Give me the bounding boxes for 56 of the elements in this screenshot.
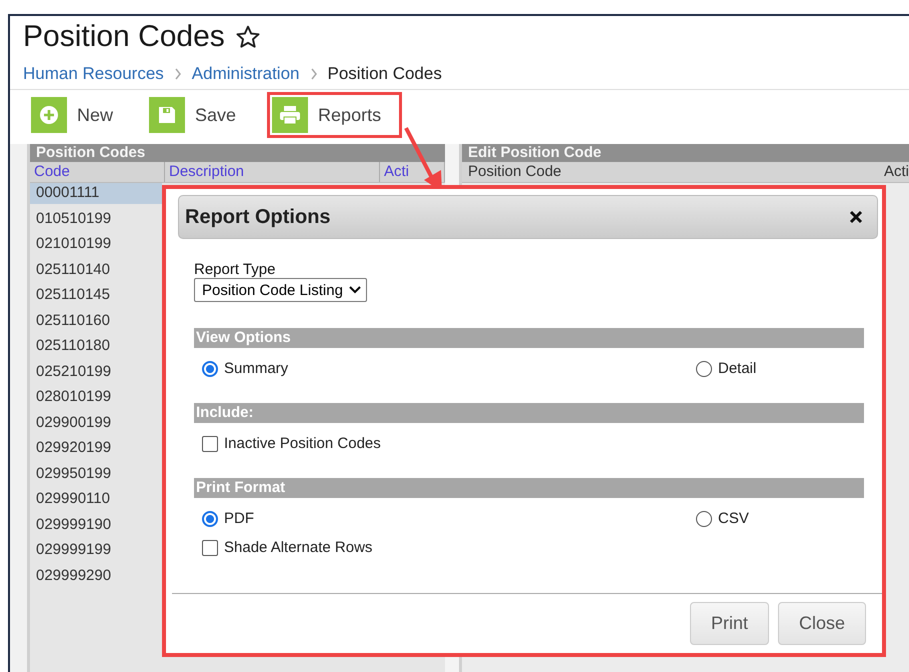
chevron-down-icon <box>348 286 361 294</box>
section-header: Include: <box>194 403 864 423</box>
radio-button[interactable] <box>202 510 218 526</box>
section-header: View Options <box>194 328 864 348</box>
column-header[interactable]: Code <box>30 162 165 182</box>
table-row[interactable]: 029999199 <box>30 540 162 560</box>
field-label: Report Type <box>194 261 276 278</box>
save-button[interactable]: Save <box>144 92 258 138</box>
table-row[interactable]: 029999190 <box>30 514 162 535</box>
table-row[interactable]: 029990110 <box>30 489 162 510</box>
star-icon[interactable] <box>234 24 261 50</box>
table-row[interactable]: 025110145 <box>30 285 162 306</box>
panel-title: Edit Position Code <box>462 144 909 162</box>
option-label: CSV <box>718 510 749 527</box>
column-header[interactable]: Description <box>165 162 380 182</box>
table-row[interactable]: 029900199 <box>30 412 162 433</box>
report-type-dropdown[interactable]: Position Code Listing <box>194 278 367 302</box>
chevron-icon <box>310 68 318 80</box>
option-label: Detail <box>718 360 756 377</box>
plus-icon <box>39 105 59 125</box>
reports-button[interactable]: Reports <box>267 92 402 138</box>
checkbox[interactable] <box>202 540 218 556</box>
radio-button[interactable] <box>696 360 712 376</box>
option-label: Shade Alternate Rows <box>224 539 372 556</box>
checkbox[interactable] <box>202 436 218 452</box>
table-row[interactable]: 029920199 <box>30 438 162 458</box>
table-row[interactable]: 010510199 <box>30 208 162 229</box>
table-row[interactable]: 025110180 <box>30 336 162 356</box>
dialog-button[interactable]: Print <box>690 602 769 645</box>
table-row[interactable]: 025210199 <box>30 362 162 382</box>
table-row[interactable]: 021010199 <box>30 234 162 254</box>
chevron-icon <box>174 68 182 80</box>
dialog-button[interactable]: Close <box>778 602 866 645</box>
breadcrumb-link[interactable]: Administration <box>192 64 300 84</box>
dialog-title: Report Options <box>185 206 331 228</box>
table-row[interactable]: 025110160 <box>30 310 162 331</box>
option-label: Inactive Position Codes <box>224 435 381 452</box>
radio-button[interactable] <box>696 510 712 526</box>
close-icon[interactable] <box>849 210 863 224</box>
option-label: PDF <box>224 510 254 527</box>
table-row[interactable]: 028010199 <box>30 387 162 408</box>
table-row[interactable]: 029999290 <box>30 566 162 586</box>
option-label: Summary <box>224 360 288 377</box>
breadcrumb-current: Position Codes <box>328 64 442 84</box>
column-header: Acti <box>882 162 909 182</box>
panel-title: Position Codes <box>30 144 445 162</box>
column-header: Position Code <box>467 162 562 182</box>
table-row[interactable]: 029950199 <box>30 464 162 484</box>
table-row[interactable]: 025110140 <box>30 260 162 280</box>
page-title: Position Codes <box>23 19 225 55</box>
new-button[interactable]: New <box>26 92 134 138</box>
breadcrumb-link[interactable]: Human Resources <box>23 64 164 84</box>
section-header: Print Format <box>194 478 864 498</box>
table-row[interactable]: 00001111 <box>30 183 162 204</box>
printer-icon <box>279 105 302 125</box>
radio-button[interactable] <box>202 360 218 376</box>
